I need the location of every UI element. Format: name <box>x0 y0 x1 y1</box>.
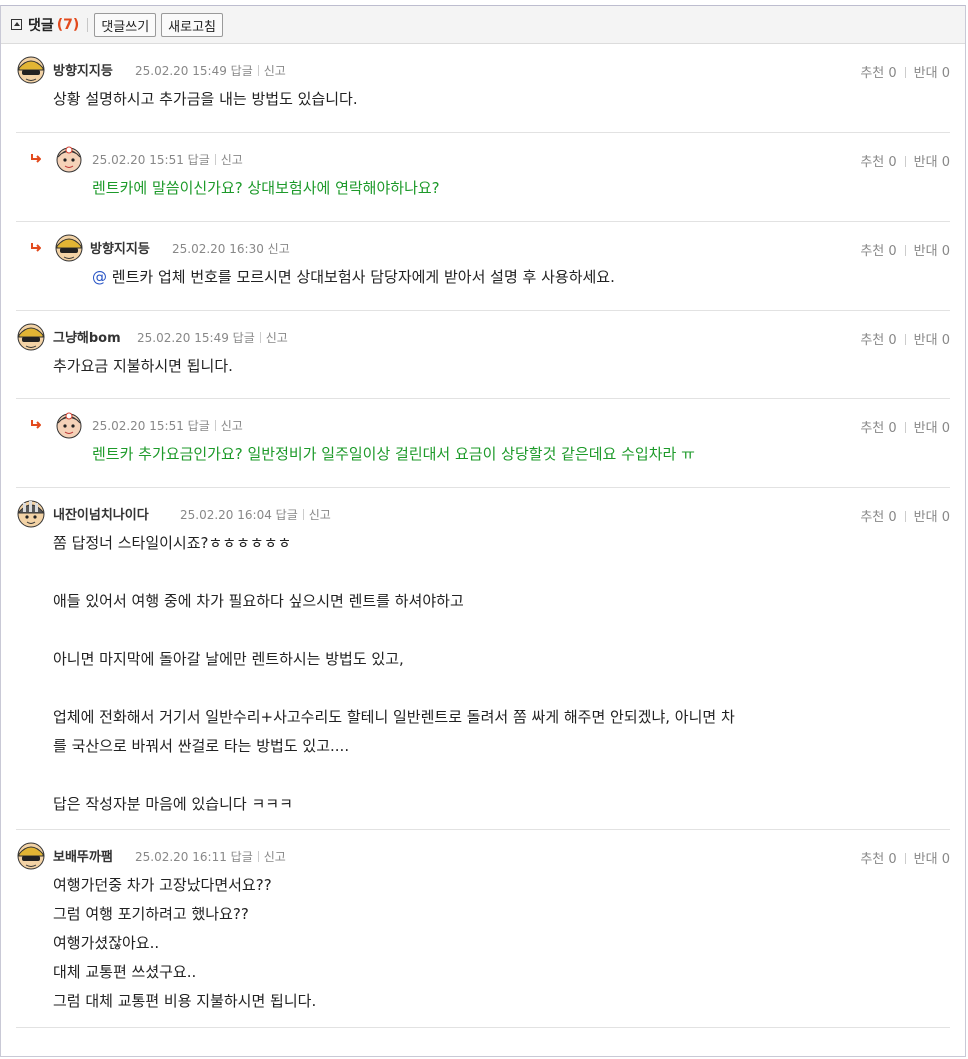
avatar <box>56 412 82 439</box>
report-link[interactable]: 신고 <box>266 331 288 345</box>
report-link[interactable]: 신고 <box>268 242 290 256</box>
recommend-button[interactable]: 추천 0 <box>860 66 896 81</box>
comment-meta: 25.02.20 16:04 답글 신고 <box>180 506 331 523</box>
comment-body: 상황 설명하시고 추가금을 내는 방법도 있습니다. <box>53 90 358 108</box>
report-link[interactable]: 신고 <box>221 419 243 433</box>
comment-item: 그냥해bom 25.02.20 15:49 답글 신고 추천 0 반대 0 추가요금… <box>16 311 950 399</box>
oppose-button[interactable]: 반대 0 <box>914 852 950 867</box>
vote-box: 추천 0 반대 0 <box>860 506 950 525</box>
recommend-button[interactable]: 추천 0 <box>860 155 896 170</box>
comment-author[interactable]: 방향지지등 <box>53 60 113 79</box>
comment-author[interactable]: 보배뚜까팸 <box>53 846 113 865</box>
reply-arrow-icon <box>31 154 41 163</box>
refresh-button[interactable]: 새로고침 <box>161 12 223 37</box>
comments-count: (7) <box>56 16 80 33</box>
comment-item: 내잔이넘치나이다 25.02.20 16:04 답글 신고 추천 0 반대 0 쫌 … <box>16 488 950 830</box>
reply-item: 방향지지등 25.02.20 16:30 신고 추천 0 반대 0 @ 렌트카 업… <box>16 222 950 311</box>
reply-link[interactable]: 답글 <box>231 64 253 78</box>
reply-link[interactable]: 답글 <box>231 850 253 864</box>
comment-meta: 25.02.20 15:49 답글 신고 <box>137 329 288 346</box>
avatar <box>17 323 45 351</box>
recommend-button[interactable]: 추천 0 <box>860 421 896 436</box>
comment-author[interactable]: 내잔이넘치나이다 <box>53 504 149 523</box>
oppose-button[interactable]: 반대 0 <box>914 244 950 259</box>
comment-body: 렌트카에 말씀이신가요? 상대보험사에 연락해야하나요? <box>92 179 440 197</box>
comment-body: 추가요금 지불하시면 됩니다. <box>53 357 233 375</box>
vote-box: 추천 0 반대 0 <box>860 417 950 436</box>
reply-link[interactable]: 답글 <box>233 331 255 345</box>
comment-body: 쫌 답정너 스타일이시죠?ㅎㅎㅎㅎㅎㅎ 애들 있어서 여행 중에 차가 필요하다… <box>53 534 735 813</box>
reply-item: 25.02.20 15:51 답글 신고 추천 0 반대 0 렌트카 추가요금인가요… <box>16 399 950 488</box>
reply-item: 25.02.20 15:51 답글 신고 추천 0 반대 0 렌트카에 말씀이신가요… <box>16 133 950 222</box>
comment-body: 여행가던중 차가 고장났다면서요?? 그럼 여행 포기하려고 했나요?? 여행가… <box>53 876 317 1010</box>
recommend-button[interactable]: 추천 0 <box>860 852 896 867</box>
reply-arrow-icon <box>31 420 41 429</box>
vote-box: 추천 0 반대 0 <box>860 151 950 170</box>
collapse-icon[interactable] <box>11 19 22 30</box>
comment-meta: 25.02.20 16:30 신고 <box>172 240 290 257</box>
comment-body: @ 렌트카 업체 번호를 모르시면 상대보험사 담당자에게 받아서 설명 후 사… <box>92 268 615 286</box>
vote-box: 추천 0 반대 0 <box>860 62 950 81</box>
write-comment-button[interactable]: 댓글쓰기 <box>94 12 157 37</box>
comment-author[interactable]: 그냥해bom <box>53 327 121 346</box>
report-link[interactable]: 신고 <box>221 153 243 167</box>
recommend-button[interactable]: 추천 0 <box>860 244 896 259</box>
vote-box: 추천 0 반대 0 <box>860 848 950 867</box>
oppose-button[interactable]: 반대 0 <box>914 155 950 170</box>
reply-link[interactable]: 답글 <box>188 419 210 433</box>
comment-meta: 25.02.20 15:51 답글 신고 <box>92 417 243 434</box>
recommend-button[interactable]: 추천 0 <box>860 510 896 525</box>
header-divider <box>87 17 89 32</box>
comment-author[interactable]: 방향지지등 <box>90 238 150 257</box>
comment-date: 25.02.20 15:49 <box>135 64 227 78</box>
comment-date: 25.02.20 16:11 <box>135 850 227 864</box>
avatar <box>55 234 83 262</box>
reply-link[interactable]: 답글 <box>276 508 298 522</box>
report-link[interactable]: 신고 <box>264 850 286 864</box>
reply-link[interactable]: 답글 <box>188 153 210 167</box>
report-link[interactable]: 신고 <box>309 508 331 522</box>
comment-date: 25.02.20 15:51 <box>92 153 184 167</box>
avatar <box>56 146 82 173</box>
comments-panel: 댓글 (7) 댓글쓰기 새로고침 방향지지등 25.02.20 15:49 답글… <box>0 5 966 1057</box>
report-link[interactable]: 신고 <box>264 64 286 78</box>
oppose-button[interactable]: 반대 0 <box>914 510 950 525</box>
comment-item: 방향지지등 25.02.20 15:49 답글 신고 추천 0 반대 0 상황 설명… <box>16 44 950 133</box>
comment-date: 25.02.20 15:51 <box>92 419 184 433</box>
oppose-button[interactable]: 반대 0 <box>914 421 950 436</box>
avatar <box>17 56 45 84</box>
comment-meta: 25.02.20 15:49 답글 신고 <box>135 62 286 79</box>
comment-item: 보배뚜까팸 25.02.20 16:11 답글 신고 추천 0 반대 0 여행가던중… <box>16 830 950 1028</box>
comment-meta: 25.02.20 15:51 답글 신고 <box>92 151 243 168</box>
avatar <box>17 842 45 870</box>
vote-box: 추천 0 반대 0 <box>860 240 950 259</box>
vote-box: 추천 0 반대 0 <box>860 329 950 348</box>
comment-date: 25.02.20 16:30 <box>172 242 264 256</box>
comment-body: 렌트카 추가요금인가요? 일반정비가 일주일이상 걸린대서 요금이 상당할것 같… <box>92 445 695 463</box>
oppose-button[interactable]: 반대 0 <box>914 66 950 81</box>
avatar <box>17 500 45 528</box>
mention-link[interactable]: @ <box>92 268 107 286</box>
comment-date: 25.02.20 16:04 <box>180 508 272 522</box>
comment-meta: 25.02.20 16:11 답글 신고 <box>135 848 286 865</box>
recommend-button[interactable]: 추천 0 <box>860 333 896 348</box>
comment-date: 25.02.20 15:49 <box>137 331 229 345</box>
comments-header: 댓글 (7) 댓글쓰기 새로고침 <box>1 6 965 44</box>
reply-arrow-icon <box>31 243 41 252</box>
comments-title: 댓글 <box>28 17 54 34</box>
oppose-button[interactable]: 반대 0 <box>914 333 950 348</box>
